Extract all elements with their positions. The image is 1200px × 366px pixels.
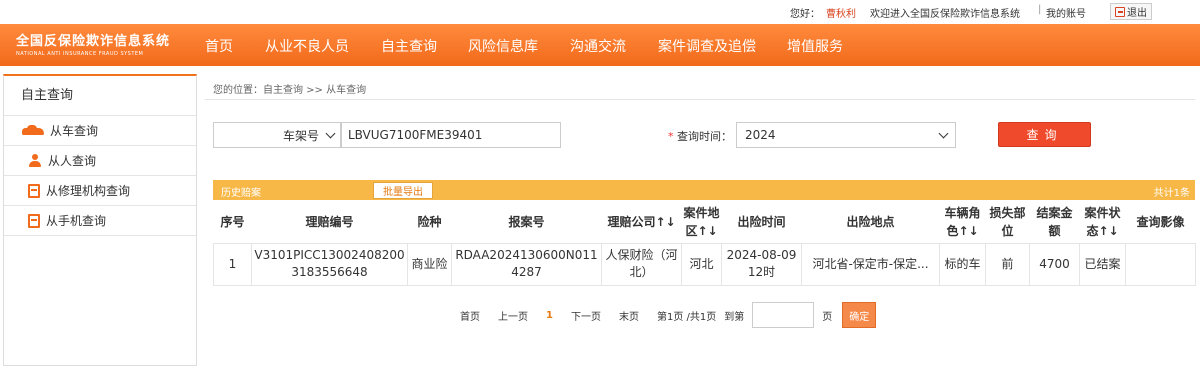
- query-time-value: 2024: [745, 128, 776, 142]
- cell-settle-amount: 4700: [1029, 243, 1080, 286]
- sidebar-item-vehicle-query[interactable]: 从车查询: [4, 116, 196, 146]
- goto-label: 到第: [724, 311, 745, 323]
- nav-case-investigation[interactable]: 案件调查及追偿: [658, 36, 756, 56]
- cell-query-image[interactable]: [1125, 243, 1196, 286]
- breadcrumb-divider: [205, 99, 1195, 100]
- cell-report-no: RDAA2024130600N0114287: [451, 243, 602, 286]
- separator: |: [1038, 4, 1042, 15]
- main-navbar: 全国反保险欺诈信息系统 NATIONAL ANTI INSURANCE FRAU…: [0, 24, 1200, 66]
- vin-input[interactable]: LBVUG7100FME39401: [341, 122, 561, 148]
- sidebar-item-label: 从修理机构查询: [46, 184, 131, 198]
- col-index: 序号: [213, 201, 252, 244]
- col-vehicle-role[interactable]: 车辆角色↑↓: [939, 201, 986, 244]
- nav-bad-practitioners[interactable]: 从业不良人员: [265, 36, 349, 56]
- history-title: 历史赔案: [221, 188, 261, 199]
- batch-export-button[interactable]: 批量导出: [373, 182, 433, 199]
- first-page-link[interactable]: 首页: [460, 308, 480, 323]
- nav-self-query[interactable]: 自主查询: [381, 36, 437, 56]
- col-claim-no: 理赔编号: [251, 201, 408, 244]
- col-insurance-type: 险种: [407, 201, 452, 244]
- table-row[interactable]: 1 V3101PICC130024082003183556648 商业险 RDA…: [213, 243, 1196, 286]
- pagination: 首页 上一页 1 下一页 末页 第1页 /共1页 到第 页 确定: [460, 302, 877, 328]
- query-time-label-text: 查询时间：: [677, 130, 732, 143]
- field-type-select[interactable]: 车架号: [213, 122, 341, 148]
- page-unit: 页: [822, 311, 833, 323]
- logout-icon: [1115, 6, 1125, 17]
- cell-claim-no: V3101PICC130024082003183556648: [251, 243, 408, 286]
- required-star: *: [668, 130, 674, 143]
- nav-communication[interactable]: 沟通交流: [570, 36, 626, 56]
- col-claim-company[interactable]: 理赔公司↑↓: [601, 201, 682, 244]
- car-icon: [22, 124, 44, 137]
- cell-case-status: 已结案: [1079, 243, 1126, 286]
- field-type-value: 车架号: [282, 128, 319, 143]
- logout-label: 退出: [1127, 8, 1147, 19]
- chevron-down-icon: [938, 128, 949, 138]
- total-count: 共计1条: [1153, 188, 1190, 199]
- logo[interactable]: 全国反保险欺诈信息系统 NATIONAL ANTI INSURANCE FRAU…: [16, 30, 186, 62]
- sidebar-item-repair-shop-query[interactable]: 从修理机构查询: [4, 176, 196, 206]
- my-account-link[interactable]: 我的账号: [1046, 5, 1086, 20]
- query-time-label: * 查询时间：: [668, 128, 732, 144]
- cell-damage-part: 前: [985, 243, 1030, 286]
- greeting-text: 您好：: [790, 9, 820, 20]
- logo-en: NATIONAL ANTI INSURANCE FRAUD SYSTEM: [16, 51, 144, 57]
- cell-insurance-type: 商业险: [407, 243, 452, 286]
- goto-confirm-button[interactable]: 确定: [842, 302, 877, 328]
- col-report-no: 报案号: [451, 201, 602, 244]
- sidebar-item-phone-query[interactable]: 从手机查询: [4, 206, 196, 236]
- col-query-image: 查询影像: [1125, 201, 1196, 244]
- table-header-row: 序号 理赔编号 险种 报案号 理赔公司↑↓ 案件地区↑↓ 出险时间 出险地点 车…: [213, 201, 1196, 244]
- col-accident-time: 出险时间: [721, 201, 802, 244]
- sidebar-item-label: 从车查询: [50, 124, 99, 138]
- cell-claim-company: 人保财险（河北）: [601, 243, 682, 286]
- logo-cn: 全国反保险欺诈信息系统: [16, 34, 171, 49]
- col-case-region[interactable]: 案件地区↑↓: [681, 201, 722, 244]
- results-table: 序号 理赔编号 险种 报案号 理赔公司↑↓ 案件地区↑↓ 出险时间 出险地点 车…: [213, 201, 1196, 286]
- cell-accident-location: 河北省-保定市-保定...: [801, 243, 940, 286]
- prev-page-link[interactable]: 上一页: [498, 308, 528, 323]
- logout-button[interactable]: 退出: [1110, 3, 1152, 20]
- person-icon: [28, 153, 42, 168]
- welcome-text: 欢迎进入全国反保险欺诈信息系统: [870, 9, 1020, 20]
- sidebar-item-label: 从人查询: [48, 154, 97, 168]
- last-page-link[interactable]: 末页: [619, 308, 639, 323]
- top-utility-bar: 您好： 曹秋利 欢迎进入全国反保险欺诈信息系统 | 我的账号 退出: [0, 0, 1200, 24]
- username-link[interactable]: 曹秋利: [826, 5, 856, 20]
- col-settle-amount: 结案金额: [1029, 201, 1080, 244]
- sidebar-item-label: 从手机查询: [46, 214, 107, 228]
- chevron-down-icon: [325, 128, 336, 138]
- cell-case-region: 河北: [681, 243, 722, 286]
- query-button[interactable]: 查询: [998, 122, 1091, 147]
- nav-risk-database[interactable]: 风险信息库: [468, 36, 538, 56]
- breadcrumb: 您的位置：自主查询 >> 从车查询: [213, 85, 367, 96]
- sidebar: 自主查询 从车查询 从人查询 从修理机构查询 从手机查询: [3, 74, 197, 366]
- col-damage-part: 损失部位: [985, 201, 1030, 244]
- document-icon: [28, 213, 40, 228]
- cell-vehicle-role: 标的车: [939, 243, 986, 286]
- current-page[interactable]: 1: [546, 310, 553, 321]
- col-case-status[interactable]: 案件状态↑↓: [1079, 201, 1126, 244]
- cell-index: 1: [213, 243, 252, 286]
- page-info: 第1页 /共1页: [656, 311, 717, 323]
- next-page-link[interactable]: 下一页: [571, 308, 601, 323]
- col-accident-location: 出险地点: [801, 201, 940, 244]
- query-time-select[interactable]: 2024: [736, 122, 956, 148]
- history-bar: 历史赔案 批量导出 共计1条: [213, 180, 1195, 200]
- nav-value-added[interactable]: 增值服务: [787, 36, 843, 56]
- document-icon: [28, 183, 40, 198]
- nav-home[interactable]: 首页: [205, 36, 233, 56]
- sidebar-item-person-query[interactable]: 从人查询: [4, 146, 196, 176]
- sidebar-title: 自主查询: [4, 76, 196, 116]
- cell-accident-time: 2024-08-09 12时: [721, 243, 802, 286]
- goto-page-input[interactable]: [752, 302, 815, 328]
